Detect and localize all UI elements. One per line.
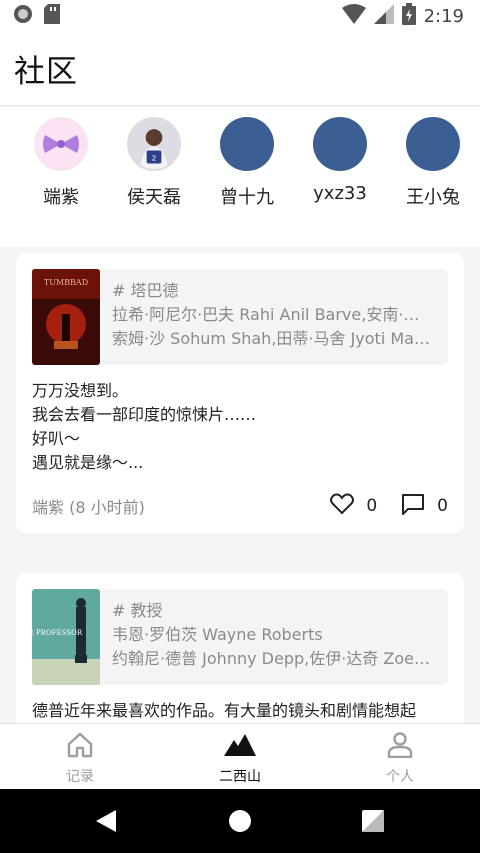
home-icon (66, 732, 94, 762)
film-title[interactable]: # 塔巴德 (112, 279, 442, 303)
heart-icon (330, 492, 355, 520)
film-title[interactable]: # 教授 (112, 599, 442, 623)
film-info-box[interactable]: THE PROFESSOR # 教授 韦恩·罗伯茨 Wayne Roberts … (32, 589, 448, 685)
record-indicator-icon (12, 3, 34, 29)
clock: 2:19 (423, 5, 464, 27)
person-icon (387, 732, 413, 762)
user-item[interactable]: 2 侯天磊 (114, 117, 194, 209)
film-cast: 索姆·沙 Sohum Shah,田蒂·马舍 Jyoti Ma… (112, 329, 430, 348)
post-text: 万万没想到。 我会去看一部印度的惊悚片…… 好叭～ 遇见就是缘～... (32, 379, 452, 475)
signal-icon (373, 4, 394, 28)
home-button-icon[interactable] (229, 810, 251, 836)
nav-label: 二西山 (219, 769, 261, 785)
post-author[interactable]: 端紫 (8 小时前) (32, 494, 145, 518)
svg-text:2: 2 (152, 154, 157, 163)
film-director: 拉希·阿尼尔·巴夫 Rahi Anil Barve,安南·… (112, 305, 420, 324)
post-text-line: 德普近年来最喜欢的作品。有大量的镜头和剧情能想起 (32, 701, 417, 720)
film-poster[interactable]: TUMBBAD (32, 269, 100, 365)
post-text-line: 我会去看一部印度的惊悚片…… (32, 405, 257, 424)
status-bar: 2:19 (0, 0, 480, 32)
post-text-line: 好叭～ (32, 429, 81, 448)
bow-avatar[interactable] (34, 117, 88, 171)
blank-avatar[interactable] (220, 117, 274, 171)
page-title: 社区 (14, 54, 78, 90)
battery-icon (401, 3, 416, 29)
app-header: 社区 (0, 32, 480, 106)
film-text: # 教授 韦恩·罗伯茨 Wayne Roberts 约翰尼·德普 Johnny … (112, 599, 442, 671)
user-name: 王小兔 (406, 187, 460, 208)
post-footer: 端紫 (8 小时前) 0 0 (32, 491, 448, 521)
user-name: 曾十九 (220, 187, 274, 208)
nav-item-mountain[interactable]: 二西山 (190, 732, 290, 786)
post-card[interactable]: TUMBBAD # 塔巴德 拉希·阿尼尔·巴夫 Rahi Anil Barve,… (16, 253, 464, 533)
post-text-line: 遇见就是缘～... (32, 453, 144, 472)
user-name: 侯天磊 (127, 187, 181, 208)
comment-count: 0 (437, 496, 448, 516)
mountain-icon (224, 734, 256, 762)
system-nav-bar (0, 789, 480, 853)
poster-title: TUMBBAD (44, 278, 88, 287)
user-item[interactable]: 曾十九 (207, 117, 287, 209)
recents-icon[interactable] (362, 810, 384, 836)
comment-icon (401, 493, 425, 520)
film-director: 韦恩·罗伯茨 Wayne Roberts (112, 625, 323, 644)
following-users-row[interactable]: 端紫 2 侯天磊 曾十九 yxz33 王小兔 (0, 107, 480, 247)
film-info-box[interactable]: TUMBBAD # 塔巴德 拉希·阿尼尔·巴夫 Rahi Anil Barve,… (32, 269, 448, 365)
user-item[interactable]: 王小兔 (393, 117, 473, 209)
nav-label: 个人 (386, 769, 414, 785)
wifi-icon (341, 4, 366, 28)
poster-title: THE PROFESSOR (32, 629, 83, 637)
film-cast: 约翰尼·德普 Johnny Depp,佐伊·达奇 Zoe… (112, 649, 430, 668)
photo-avatar[interactable]: 2 (127, 117, 181, 171)
blank-avatar[interactable] (313, 117, 367, 171)
nav-item-records[interactable]: 记录 (30, 732, 130, 786)
post-text: 德普近年来最喜欢的作品。有大量的镜头和剧情能想起 (32, 699, 452, 723)
film-poster[interactable]: THE PROFESSOR (32, 589, 100, 685)
user-item[interactable]: yxz33 (300, 117, 380, 204)
nav-item-profile[interactable]: 个人 (350, 732, 450, 786)
nav-label: 记录 (66, 769, 94, 785)
comment-button[interactable]: 0 (401, 493, 448, 520)
like-count: 0 (366, 496, 378, 516)
sd-card-icon (44, 4, 60, 28)
user-name: 端紫 (43, 187, 79, 208)
post-text-line: 万万没想到。 (32, 381, 129, 400)
like-button[interactable]: 0 (330, 492, 378, 520)
film-text: # 塔巴德 拉希·阿尼尔·巴夫 Rahi Anil Barve,安南·… 索姆·… (112, 279, 442, 351)
user-item[interactable]: 端紫 (21, 117, 101, 209)
blank-avatar[interactable] (406, 117, 460, 171)
bottom-nav: 记录 二西山 个人 (0, 723, 480, 789)
user-name: yxz33 (313, 183, 367, 204)
back-icon[interactable] (96, 810, 116, 836)
